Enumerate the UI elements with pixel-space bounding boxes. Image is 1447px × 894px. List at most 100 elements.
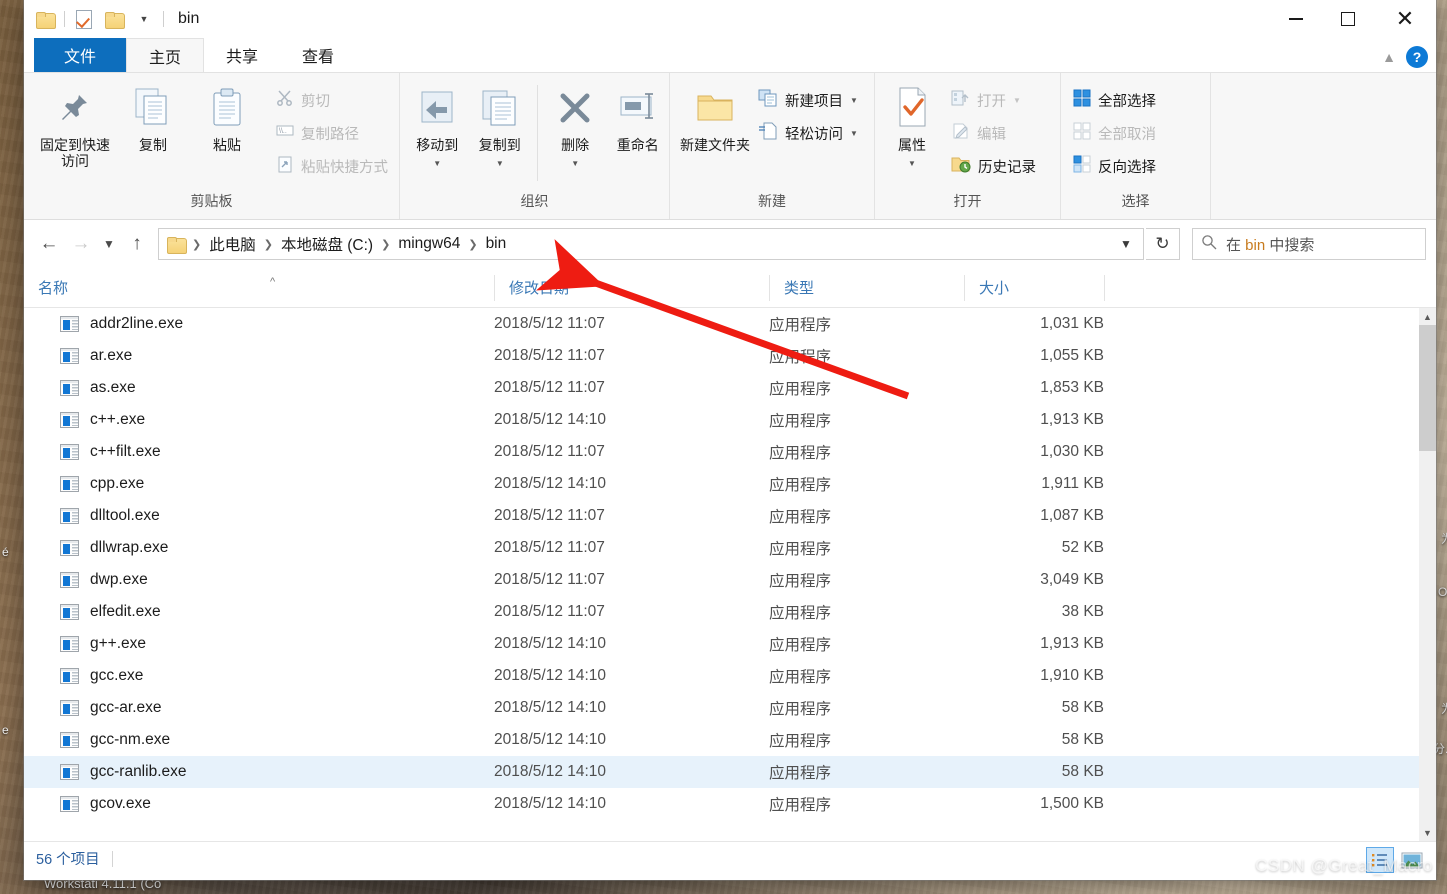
file-name-cell: dllwrap.exe [24, 539, 494, 557]
button-label: 反向选择 [1098, 159, 1156, 176]
tab-home[interactable]: 主页 [126, 38, 205, 72]
exe-file-icon [60, 796, 79, 812]
file-type-cell: 应用程序 [769, 349, 832, 366]
button-label: 轻松访问 [785, 126, 843, 143]
file-type-cell: 应用程序 [769, 765, 832, 782]
new-small-commands: 新建项目 ▼ 轻松访问 ▼ [754, 81, 862, 148]
button-label: 打开 [977, 93, 1006, 110]
qat-customize-button[interactable]: ▼ [129, 4, 159, 34]
qat-properties-button[interactable] [69, 4, 99, 34]
button-label: 粘贴快捷方式 [301, 159, 388, 176]
table-row[interactable]: addr2line.exe 2018/5/12 11:07 应用程序 1,031 KB [24, 308, 1419, 340]
file-name-cell: c++filt.exe [24, 443, 494, 461]
divider [111, 850, 113, 867]
window-controls: ✕ [1270, 0, 1436, 38]
search-input[interactable]: 在 bin 中搜索 [1192, 228, 1426, 260]
desktop-icon-label: e [2, 723, 9, 737]
edit-button[interactable]: 编辑 [947, 118, 1040, 148]
scroll-up-button[interactable]: ▲ [1419, 308, 1436, 325]
collapse-ribbon-icon[interactable]: ▲ [1382, 49, 1396, 65]
column-header-date-modified[interactable]: 修改日期 [494, 274, 769, 301]
table-row[interactable]: gcc-ranlib.exe 2018/5/12 14:10 应用程序 58 KB [24, 756, 1419, 788]
address-dropdown-icon[interactable]: ▼ [1113, 237, 1139, 251]
table-row[interactable]: dlltool.exe 2018/5/12 11:07 应用程序 1,087 KB [24, 500, 1419, 532]
forward-arrow-icon: → [71, 233, 91, 254]
refresh-button[interactable]: ↻ [1146, 228, 1180, 260]
table-row[interactable]: g++.exe 2018/5/12 14:10 应用程序 1,913 KB [24, 628, 1419, 660]
maximize-button[interactable] [1322, 0, 1374, 38]
navigation-bar: ← → ▼ ↑ ❯ 此电脑 ❯ 本地磁盘 (C:) ❯ mingw64 ❯ bi… [24, 220, 1436, 268]
copy-path-button[interactable]: \\.. 复制路径 [272, 118, 392, 148]
file-name-cell: gcov.exe [24, 795, 494, 813]
table-row[interactable]: dllwrap.exe 2018/5/12 11:07 应用程序 52 KB [24, 532, 1419, 564]
table-row[interactable]: gcov.exe 2018/5/12 14:10 应用程序 1,500 KB [24, 788, 1419, 820]
history-button[interactable]: 历史记录 [947, 151, 1040, 181]
select-none-button[interactable]: 全部取消 [1069, 118, 1160, 148]
search-placeholder: 在 bin 中搜索 [1226, 236, 1315, 254]
tab-view[interactable]: 查看 [280, 38, 356, 72]
delete-button[interactable]: 删除 ▼ [544, 81, 607, 168]
tab-share[interactable]: 共享 [204, 38, 280, 72]
scrollbar-track[interactable] [1419, 325, 1436, 824]
table-row[interactable]: gcc.exe 2018/5/12 14:10 应用程序 1,910 KB [24, 660, 1419, 692]
scrollbar-thumb[interactable] [1419, 325, 1436, 451]
breadcrumb-item-this-pc[interactable]: 此电脑 [204, 231, 261, 257]
qat-new-folder-button[interactable] [99, 4, 129, 34]
breadcrumb-item-bin[interactable]: bin [481, 233, 512, 255]
quick-access-toolbar: ▼ [24, 0, 168, 38]
pin-to-quick-access-button[interactable]: 固定到快速访问 [34, 81, 116, 169]
column-header-size[interactable]: 大小 [964, 274, 1104, 301]
breadcrumb-item-local-disk[interactable]: 本地磁盘 (C:) [276, 231, 378, 257]
new-item-button[interactable]: 新建项目 ▼ [754, 85, 862, 115]
address-bar[interactable]: ❯ 此电脑 ❯ 本地磁盘 (C:) ❯ mingw64 ❯ bin ▼ [158, 228, 1144, 260]
exe-file-icon [60, 668, 79, 684]
clipboard-small-commands: 剪切 \\.. 复制路径 粘贴快捷方式 [272, 81, 392, 181]
copy-button[interactable]: 复制 [116, 81, 190, 153]
table-row[interactable]: elfedit.exe 2018/5/12 11:07 应用程序 38 KB [24, 596, 1419, 628]
group-title: 新建 [758, 193, 786, 209]
open-button[interactable]: 打开 ▼ [947, 85, 1040, 115]
exe-file-icon [60, 572, 79, 588]
rename-button[interactable]: 重命名 [606, 81, 669, 153]
breadcrumb-item-mingw64[interactable]: mingw64 [393, 233, 465, 255]
select-none-icon [1073, 122, 1091, 144]
copy-to-button[interactable]: 复制到 ▼ [469, 81, 532, 168]
paste-button[interactable]: 粘贴 [190, 81, 264, 153]
invert-selection-button[interactable]: 反向选择 [1069, 151, 1160, 181]
select-all-button[interactable]: 全部选择 [1069, 85, 1160, 115]
table-row[interactable]: dwp.exe 2018/5/12 11:07 应用程序 3,049 KB [24, 564, 1419, 596]
back-button[interactable]: ← [34, 229, 64, 259]
new-folder-button[interactable]: 新建文件夹 [678, 81, 752, 153]
tab-file[interactable]: 文件 [34, 38, 127, 72]
file-type-cell: 应用程序 [769, 413, 832, 430]
properties-button[interactable]: 属性 ▼ [881, 81, 943, 168]
vertical-scrollbar[interactable]: ▲ ▼ [1419, 308, 1436, 841]
column-header-type[interactable]: 类型 [769, 274, 964, 301]
table-row[interactable]: ar.exe 2018/5/12 11:07 应用程序 1,055 KB [24, 340, 1419, 372]
up-button[interactable]: ↑ [122, 229, 152, 259]
paste-shortcut-button[interactable]: 粘贴快捷方式 [272, 151, 392, 181]
cut-button[interactable]: 剪切 [272, 85, 392, 115]
folder-icon [105, 11, 125, 29]
scroll-down-button[interactable]: ▼ [1419, 824, 1436, 841]
recent-locations-button[interactable]: ▼ [98, 229, 120, 259]
file-date-cell: 2018/5/12 14:10 [494, 795, 607, 812]
table-row[interactable]: cpp.exe 2018/5/12 14:10 应用程序 1,911 KB [24, 468, 1419, 500]
forward-button[interactable]: → [66, 229, 96, 259]
group-title: 打开 [953, 193, 982, 209]
table-row[interactable]: as.exe 2018/5/12 11:07 应用程序 1,853 KB [24, 372, 1419, 404]
help-icon[interactable]: ? [1406, 46, 1428, 68]
column-header-name[interactable]: 名称 ^ [24, 275, 494, 301]
table-row[interactable]: gcc-nm.exe 2018/5/12 14:10 应用程序 58 KB [24, 724, 1419, 756]
table-row[interactable]: gcc-ar.exe 2018/5/12 14:10 应用程序 58 KB [24, 692, 1419, 724]
table-row[interactable]: c++.exe 2018/5/12 14:10 应用程序 1,913 KB [24, 404, 1419, 436]
close-button[interactable]: ✕ [1374, 0, 1436, 38]
easy-access-button[interactable]: 轻松访问 ▼ [754, 118, 862, 148]
move-to-button[interactable]: 移动到 ▼ [406, 81, 469, 168]
minimize-button[interactable] [1270, 0, 1322, 38]
item-count: 56 个项目 [36, 852, 100, 868]
button-label: 粘贴 [213, 137, 241, 153]
table-row[interactable]: c++filt.exe 2018/5/12 11:07 应用程序 1,030 KB [24, 436, 1419, 468]
chevron-down-icon: ▼ [495, 159, 504, 169]
qat-folder-button[interactable] [30, 4, 60, 34]
